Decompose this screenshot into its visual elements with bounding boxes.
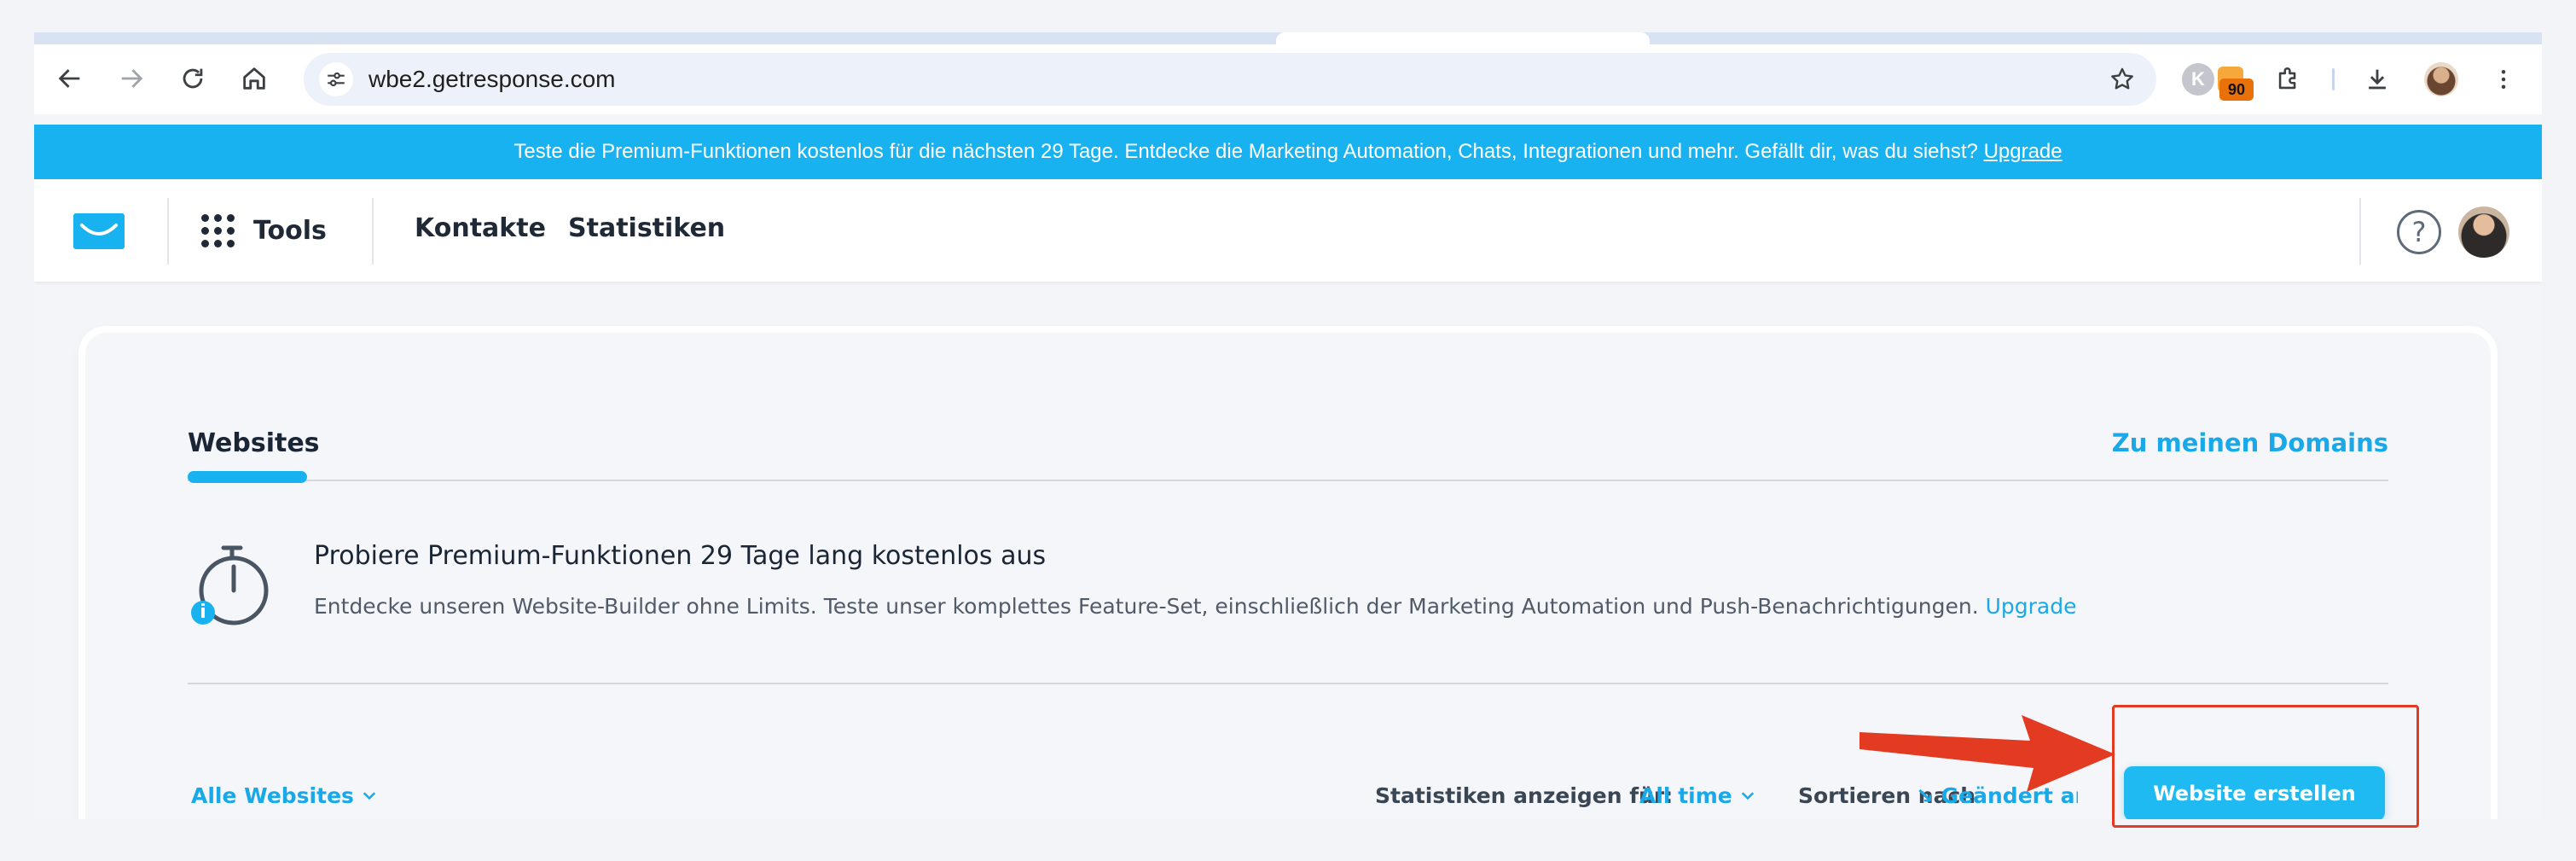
tab-strip xyxy=(34,32,2542,44)
home-button[interactable] xyxy=(234,58,275,99)
header-divider xyxy=(167,198,169,265)
trial-banner: Teste die Premium-Funktionen kostenlos f… xyxy=(34,125,2542,179)
banner-text: Teste die Premium-Funktionen kostenlos f… xyxy=(513,140,1978,163)
header-divider xyxy=(372,198,374,265)
stats-period-value: All time xyxy=(1639,783,1732,808)
promo-divider xyxy=(188,683,2388,684)
tools-label: Tools xyxy=(253,215,327,246)
tab-websites[interactable]: Websites xyxy=(188,428,320,458)
k-extension-icon[interactable]: K xyxy=(2182,63,2214,96)
tune-icon[interactable] xyxy=(319,62,353,96)
url-text[interactable]: wbe2.getresponse.com xyxy=(368,53,616,106)
reload-button[interactable] xyxy=(172,58,213,99)
chevron-down-icon xyxy=(1741,791,1754,800)
arrow-right-icon xyxy=(121,69,143,88)
address-bar[interactable]: wbe2.getresponse.com xyxy=(304,53,2156,106)
header-divider xyxy=(2359,198,2361,265)
badge-extension-icon[interactable]: 90 xyxy=(2214,63,2254,101)
tab-divider xyxy=(188,480,2388,481)
profile-avatar[interactable] xyxy=(2424,62,2458,96)
chevron-down-icon xyxy=(363,791,376,800)
browser-toolbar: wbe2.getresponse.com K 90 xyxy=(34,44,2542,114)
promo-title: Probiere Premium-Funktionen 29 Tage lang… xyxy=(314,541,1047,571)
nav-kontakte[interactable]: Kontakte xyxy=(415,213,546,243)
download-icon[interactable] xyxy=(2361,63,2393,96)
extension-badge-count: 90 xyxy=(2219,79,2254,101)
arrow-left-icon xyxy=(58,69,80,88)
apps-grid-icon xyxy=(201,213,235,247)
promo-upgrade-link[interactable]: Upgrade xyxy=(1986,594,2077,619)
active-tab[interactable] xyxy=(1276,32,1650,44)
forward-button[interactable] xyxy=(111,58,152,99)
active-tab-indicator xyxy=(188,471,307,483)
stats-period-dropdown[interactable]: All time xyxy=(1639,783,1755,808)
all-websites-filter[interactable]: Alle Websites xyxy=(191,783,376,808)
kebab-menu-icon[interactable] xyxy=(2487,63,2520,96)
banner-upgrade-link[interactable]: Upgrade xyxy=(1984,140,2063,163)
nav-statistiken[interactable]: Statistiken xyxy=(568,213,725,243)
getresponse-logo[interactable] xyxy=(73,213,125,249)
star-icon[interactable] xyxy=(2105,62,2139,96)
browser-window: wbe2.getresponse.com K 90 Teste die Prem… xyxy=(34,32,2542,819)
promo-text: Entdecke unseren Website-Builder ohne Li… xyxy=(314,594,1979,619)
app-header: Tools Kontakte Statistiken ? xyxy=(34,179,2542,282)
back-button[interactable] xyxy=(49,58,90,99)
promo-description: Entdecke unseren Website-Builder ohne Li… xyxy=(314,594,2077,619)
stopwatch-icon xyxy=(191,545,269,625)
my-domains-link[interactable]: Zu meinen Domains xyxy=(2112,428,2388,457)
reload-icon xyxy=(183,68,203,89)
tools-menu-button[interactable]: Tools xyxy=(201,205,327,256)
toolbar-divider xyxy=(2332,68,2335,90)
highlight-box xyxy=(2112,705,2419,828)
user-avatar[interactable] xyxy=(2458,207,2509,258)
puzzle-icon[interactable] xyxy=(2272,63,2305,96)
home-icon xyxy=(243,67,265,90)
filter-label: Alle Websites xyxy=(191,783,354,808)
help-icon[interactable]: ? xyxy=(2397,210,2441,254)
red-arrow-annotation xyxy=(1859,715,2115,792)
stats-label: Statistiken anzeigen für: xyxy=(1375,783,1674,808)
